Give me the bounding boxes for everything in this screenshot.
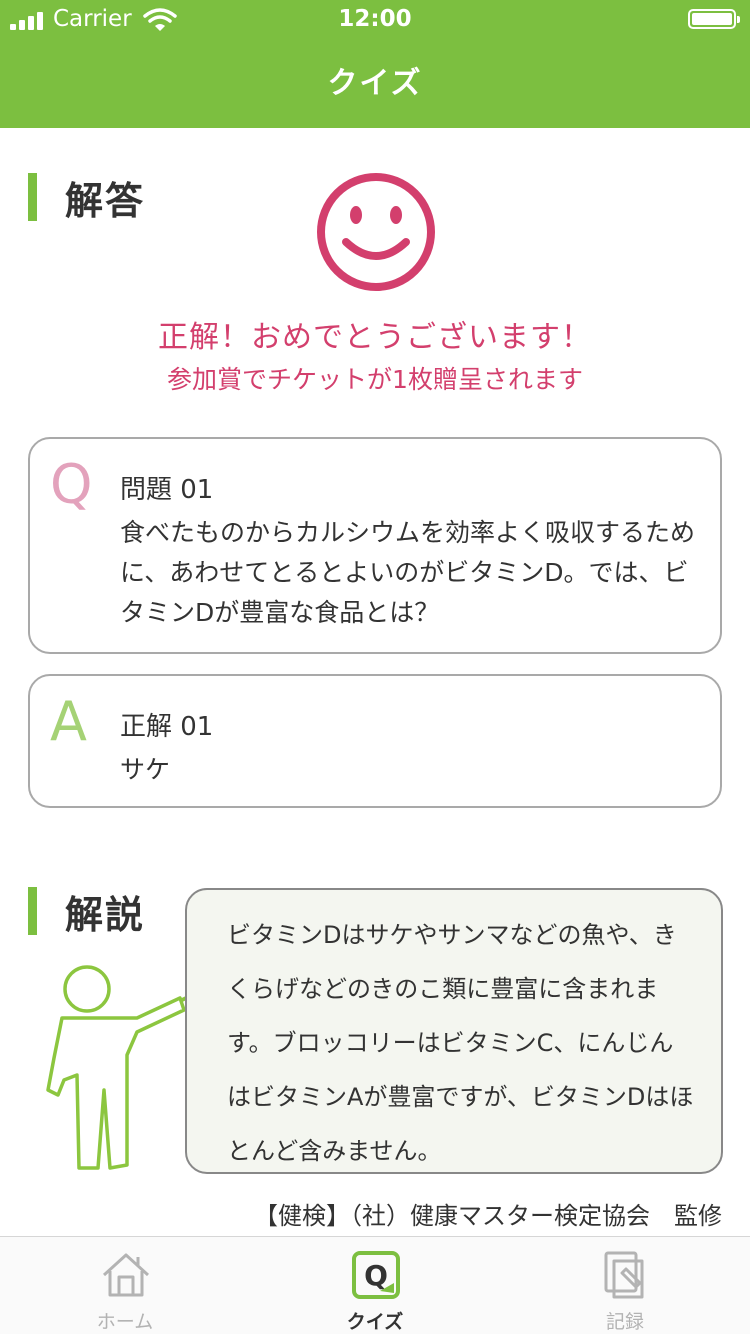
quiz-icon: Q [352,1251,400,1299]
home-icon [102,1253,150,1297]
answer-card: A 正解 01 サケ [28,674,722,808]
supervision-credit: 【健検】（社）健康マスター検定協会 監修 [254,1202,722,1230]
tab-bar: ホーム Q クイズ 記録 [0,1236,750,1334]
explanation-text: ビタミンDはサケやサンマなどの魚や、きくらげなどのきのこ類に豊富に含まれます。ブ… [227,921,694,1165]
answer-section-header: 解答 [28,172,146,223]
explanation-section-title: 解説 [65,892,146,937]
svg-text:Q: Q [364,1259,388,1292]
tab-quiz[interactable]: Q クイズ [250,1237,500,1334]
question-text: 食べたものからカルシウムを効率よく吸収するために、あわせてとるとよいのがビタミン… [120,518,696,627]
result-message: 正解！おめでとうございます！ [158,320,592,355]
tab-log[interactable]: 記録 [500,1237,750,1334]
answer-text: サケ [120,755,171,784]
tab-log-label: 記録 [605,1311,644,1333]
quiz-answer-screen: Carrier 12:00 クイズ 解答 正解！おめでとうございます！ 参加賞で… [0,0,750,1334]
explanation-section-header: 解説 [28,886,146,937]
section-accent-bar [28,173,37,221]
answer-letter: A [50,690,87,753]
battery-icon [688,9,740,29]
question-letter: Q [50,453,93,516]
result-reward-message: 参加賞でチケットが1枚贈呈されます [167,365,583,394]
page-title: クイズ [327,66,423,101]
question-card: Q 問題 01 食べたものからカルシウムを効率よく吸収するために、あわせてとると… [28,437,722,654]
question-number: 問題 01 [120,475,214,505]
tab-home-label: ホーム [96,1311,154,1333]
tab-quiz-label: クイズ [346,1311,404,1333]
status-time: 12:00 [338,6,412,32]
explanation-bubble: ビタミンDはサケやサンマなどの魚や、きくらげなどのきのこ類に豊富に含まれます。ブ… [185,888,723,1174]
tab-home[interactable]: ホーム [0,1237,250,1334]
status-bar: Carrier 12:00 [0,0,750,40]
smiley-icon [317,173,435,291]
answer-section-title: 解答 [65,178,146,223]
section-accent-bar [28,887,37,935]
app-header: Carrier 12:00 クイズ [0,0,750,128]
record-icon [604,1251,644,1299]
answer-number: 正解 01 [120,712,214,742]
